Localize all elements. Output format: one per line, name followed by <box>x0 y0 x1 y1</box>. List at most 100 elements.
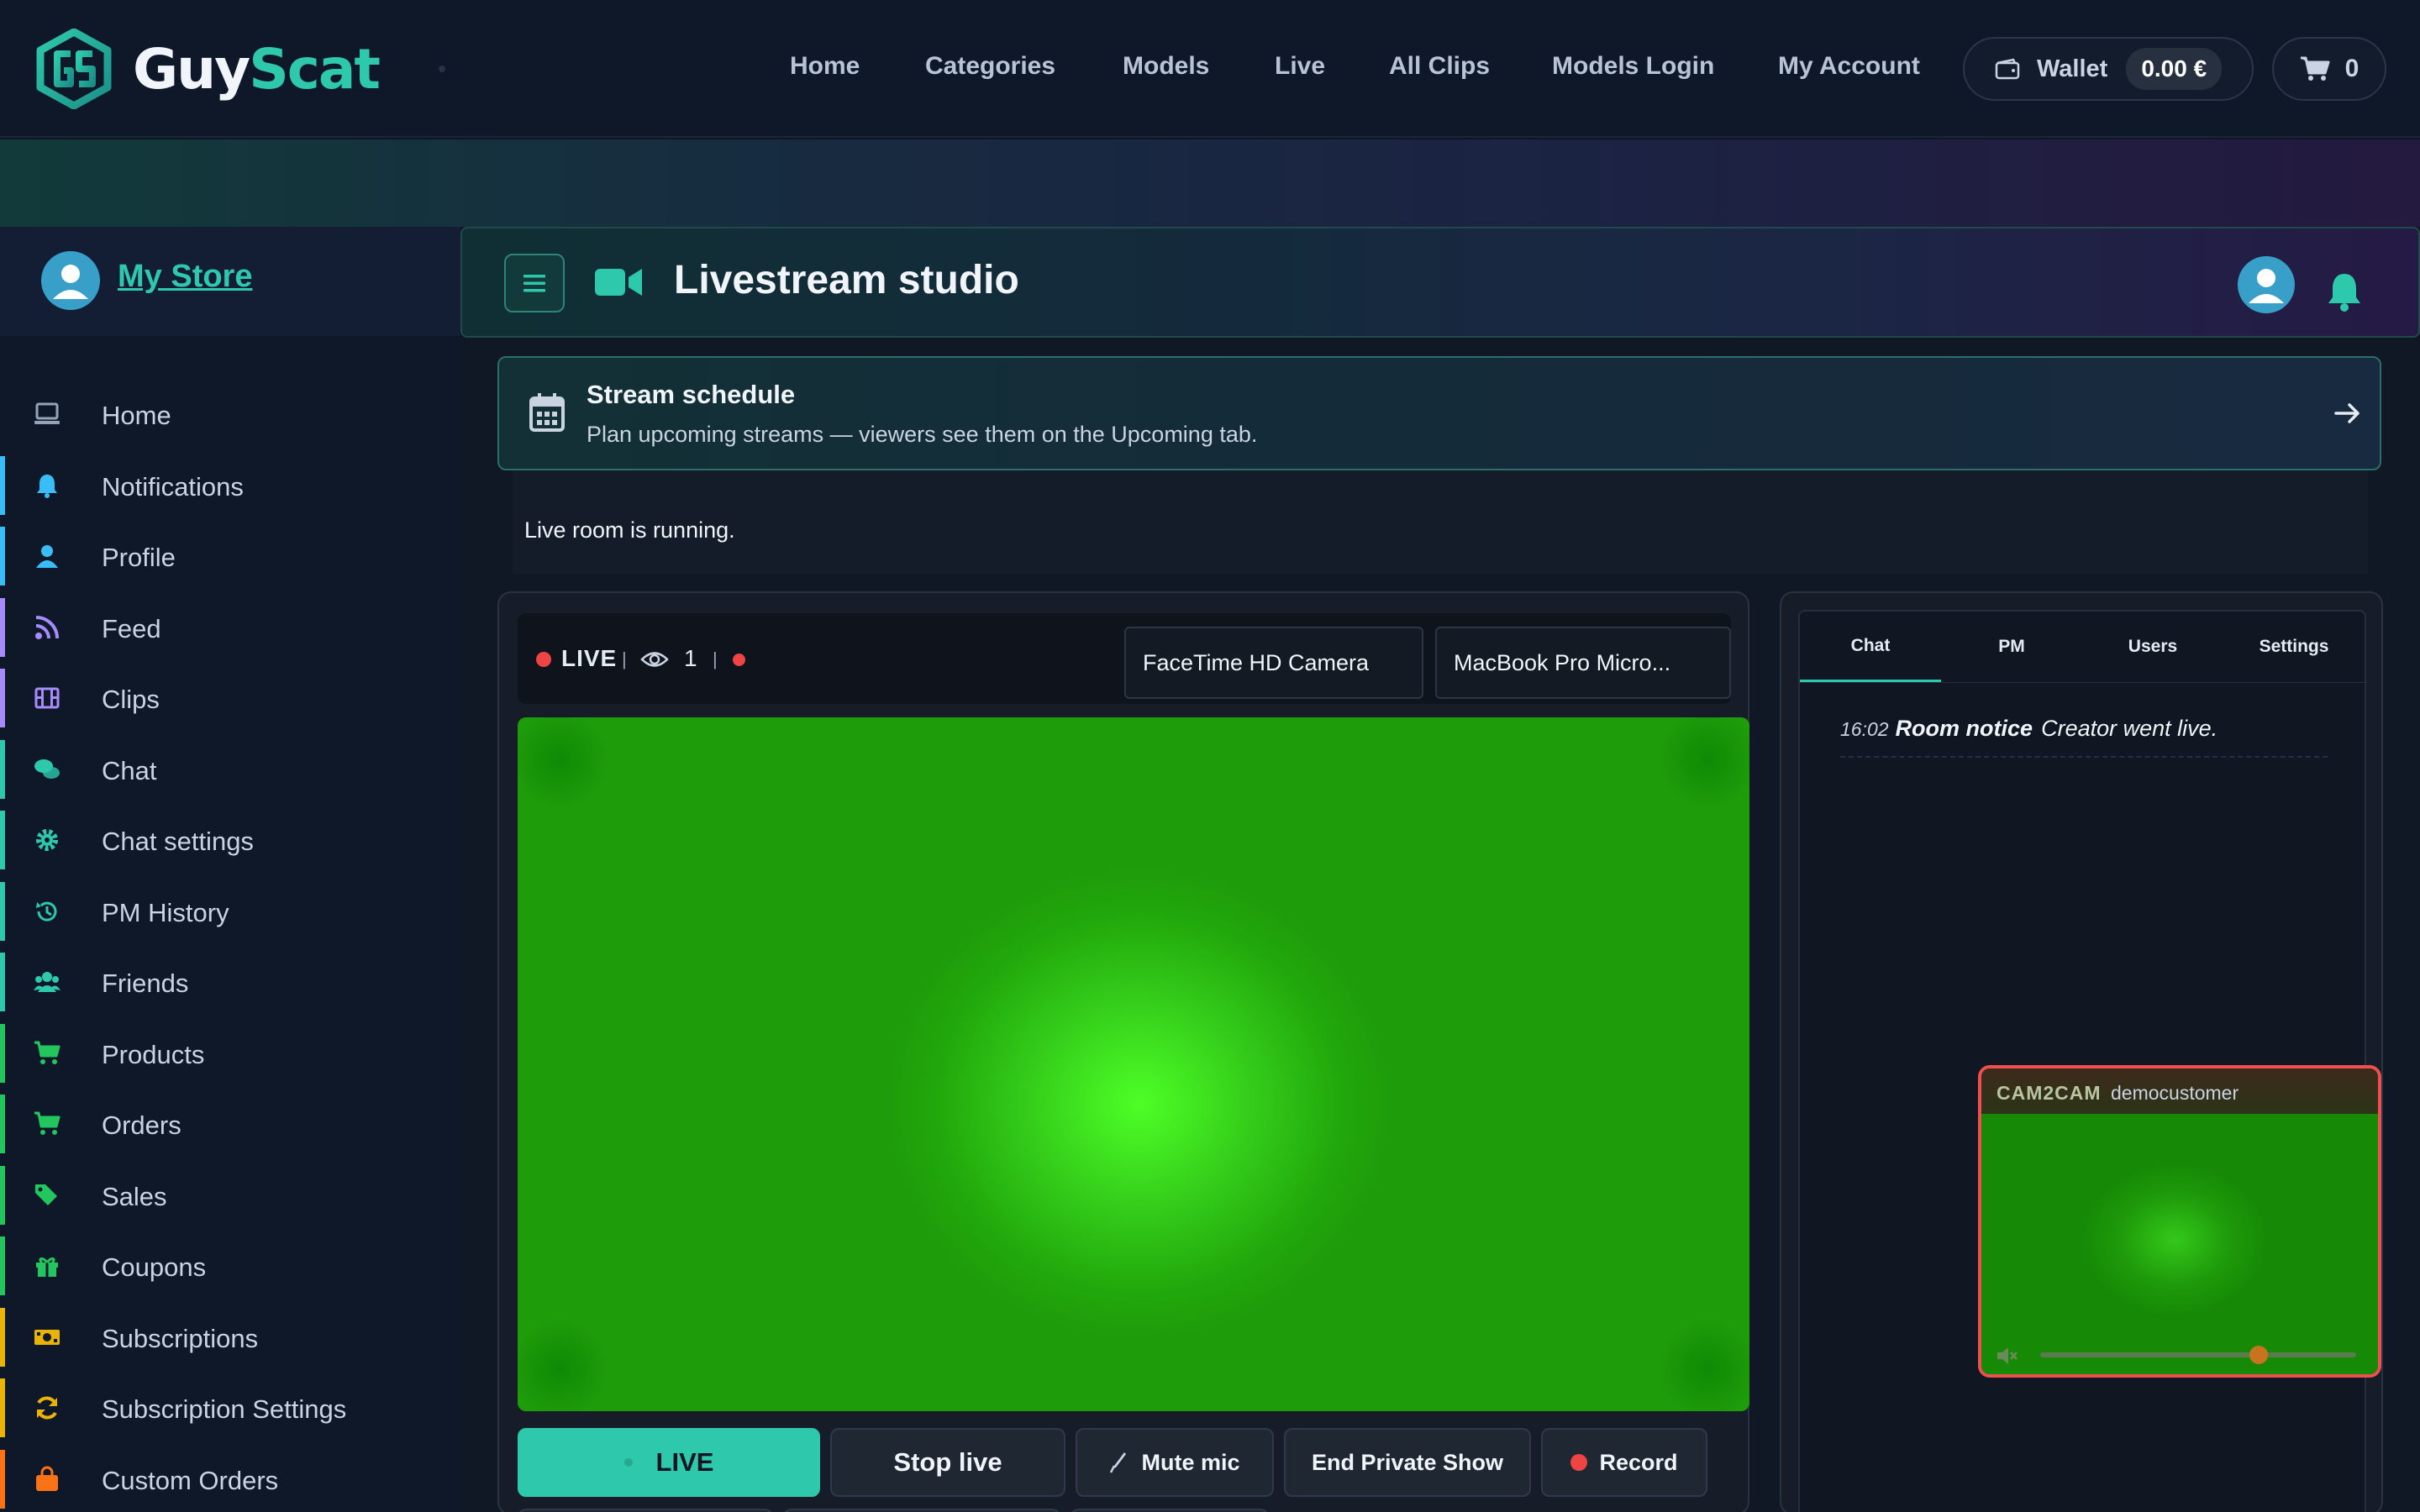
separator: | <box>713 648 718 669</box>
sidebar-item-label: PM History <box>102 897 229 927</box>
wallet-button[interactable]: Wallet 0.00 € <box>1963 37 2254 101</box>
record-label: Record <box>1599 1449 1678 1475</box>
nav-all-clips[interactable]: All Clips <box>1389 52 1490 81</box>
end-private-show-button[interactable]: End Private Show <box>1284 1428 1531 1497</box>
video-vignette <box>518 717 610 810</box>
tab-pm[interactable]: PM <box>1941 612 2082 682</box>
logo-dot-decoration <box>439 66 445 72</box>
my-store-link[interactable]: My Store <box>118 259 252 295</box>
microphone-select[interactable]: MacBook Pro Micro... <box>1435 627 1731 699</box>
sidebar-accent-bar <box>0 1095 5 1153</box>
calendar-icon <box>529 393 565 432</box>
cart-icon <box>34 1111 60 1135</box>
arrow-right-icon <box>2334 403 2360 423</box>
sidebar-item-sales[interactable]: Sales <box>0 1165 460 1225</box>
sidebar-accent-bar <box>0 669 5 727</box>
tab-users[interactable]: Users <box>2082 612 2223 682</box>
nav-categories[interactable]: Categories <box>925 52 1055 81</box>
end-private-show-label: End Private Show <box>1311 1449 1504 1475</box>
wallet-balance: 0.00 € <box>2126 48 2223 90</box>
sidebar-item-label: Custom Orders <box>102 1465 279 1495</box>
sidebar-item-label: Chat <box>102 755 157 785</box>
live-label: LIVE <box>561 645 618 671</box>
sidebar-accent-bar <box>0 1023 5 1083</box>
cart-icon <box>34 1041 60 1064</box>
sidebar-item-profile[interactable]: Profile <box>0 527 460 585</box>
tab-settings[interactable]: Settings <box>2223 612 2365 682</box>
bag-icon <box>36 1466 58 1491</box>
menu-toggle-button[interactable] <box>504 254 565 312</box>
volume-slider[interactable] <box>2040 1346 2356 1364</box>
tags-icon <box>35 1184 57 1205</box>
history-icon <box>36 901 57 921</box>
sidebar-item-label: Subscription Settings <box>102 1394 347 1424</box>
camera-select[interactable]: FaceTime HD Camera <box>1124 627 1423 699</box>
sidebar-item-friends[interactable]: Friends <box>0 953 460 1011</box>
sidebar-accent-bar <box>0 1449 5 1509</box>
sidebar-accent-bar <box>0 1236 5 1295</box>
message-divider <box>1840 756 2328 758</box>
wallet-icon <box>1995 58 2020 80</box>
sidebar-item-label: Home <box>102 401 171 430</box>
message-time: 16:02 <box>1840 718 1889 740</box>
sidebar-item-subscriptions[interactable]: Subscriptions <box>0 1307 460 1367</box>
mute-mic-button[interactable]: Mute mic <box>1076 1428 1274 1497</box>
volume-slider-handle[interactable] <box>2249 1346 2268 1364</box>
notifications-bell-icon[interactable] <box>2326 270 2363 312</box>
sidebar-item-orders[interactable]: Orders <box>0 1095 460 1153</box>
room-status-text: Live room is running. <box>524 517 735 543</box>
store-header: My Store <box>0 227 460 336</box>
sidebar-item-label: Coupons <box>102 1252 207 1282</box>
video-vignette <box>518 1319 610 1411</box>
go-live-button[interactable]: LIVE <box>518 1428 820 1497</box>
microphone-icon <box>1110 1452 1127 1473</box>
stream-schedule-card[interactable]: Stream schedule Plan upcoming streams — … <box>497 356 2381 470</box>
avatar[interactable] <box>40 250 101 311</box>
schedule-title: Stream schedule <box>587 380 796 409</box>
gear-icon <box>36 829 58 851</box>
sidebar-item-chat[interactable]: Chat <box>0 739 460 799</box>
hero-band <box>0 139 2420 227</box>
record-button[interactable]: Record <box>1541 1428 1707 1497</box>
film-icon <box>34 687 60 709</box>
sidebar-accent-bar <box>0 385 5 444</box>
more-controls-button[interactable] <box>518 1509 773 1512</box>
laptop-icon <box>34 402 60 424</box>
sidebar-accent-bar <box>0 597 5 657</box>
header-avatar[interactable] <box>2237 255 2296 314</box>
sidebar-item-home[interactable]: Home <box>0 385 460 444</box>
speaker-muted-icon[interactable] <box>1995 1344 2018 1368</box>
user-icon <box>36 545 58 568</box>
cart-count: 0 <box>2344 55 2360 82</box>
nav-live[interactable]: Live <box>1275 52 1325 81</box>
sidebar-item-clips[interactable]: Clips <box>0 669 460 727</box>
sidebar-item-chat-settings[interactable]: Chat settings <box>0 811 460 869</box>
sidebar-item-custom-orders[interactable]: Custom Orders <box>0 1449 460 1509</box>
sidebar-item-products[interactable]: Products <box>0 1023 460 1083</box>
cart-button[interactable]: 0 <box>2272 37 2386 101</box>
sidebar-accent-bar <box>0 739 5 799</box>
sidebar-item-coupons[interactable]: Coupons <box>0 1236 460 1295</box>
cam2cam-window[interactable]: CAM2CAM democustomer <box>1978 1065 2381 1378</box>
sidebar-item-label: Clips <box>102 685 160 714</box>
nav-my-account[interactable]: My Account <box>1778 52 1920 81</box>
sidebar-item-feed[interactable]: Feed <box>0 597 460 657</box>
video-vignette <box>1657 717 1749 810</box>
more-controls-button[interactable] <box>783 1509 1060 1512</box>
users-icon <box>34 972 60 992</box>
sidebar-item-notifications[interactable]: Notifications <box>0 455 460 515</box>
message-text: Creator went live. <box>2041 716 2218 741</box>
tab-chat[interactable]: Chat <box>1800 612 1941 682</box>
site-logo[interactable]: GuyScat <box>34 29 381 109</box>
nav-models[interactable]: Models <box>1123 52 1209 81</box>
nav-models-login[interactable]: Models Login <box>1552 52 1714 81</box>
nav-home[interactable]: Home <box>790 52 860 81</box>
sidebar-accent-bar <box>0 527 5 585</box>
sidebar-item-subscription-settings[interactable]: Subscription Settings <box>0 1378 460 1437</box>
sidebar-item-pm-history[interactable]: PM History <box>0 881 460 941</box>
sidebar-item-label: Feed <box>102 613 161 643</box>
stop-live-button[interactable]: Stop live <box>830 1428 1065 1497</box>
viewer-count: 1 <box>684 645 697 671</box>
sidebar-accent-bar <box>0 953 5 1011</box>
more-controls-button[interactable] <box>1071 1509 1269 1512</box>
